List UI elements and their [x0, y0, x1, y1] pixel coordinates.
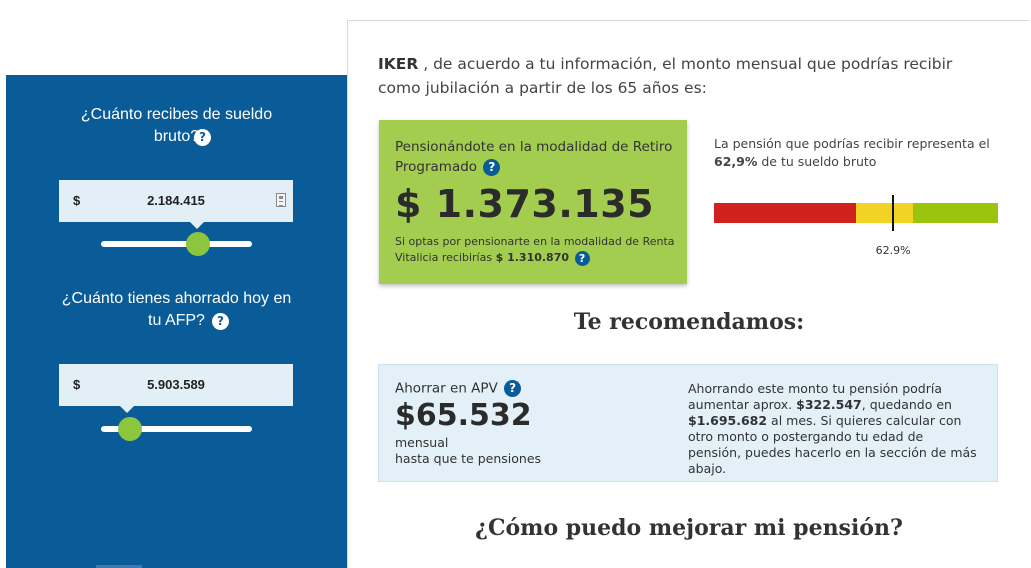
apv-help-icon[interactable]: ?: [504, 380, 522, 397]
savings-input-pointer: [119, 405, 135, 413]
savings-slider-thumb[interactable]: [117, 417, 142, 441]
apv-amount: $65.532: [395, 398, 532, 433]
replacement-ratio-text: La pensión que podrías recibir represent…: [714, 135, 1014, 171]
salary-slider[interactable]: [101, 232, 252, 256]
ratio-percent: 62,9%: [714, 154, 758, 169]
salary-question-text: ¿Cuánto recibes de sueldo bruto?: [80, 106, 273, 145]
apv-desc-part2: , quedando en: [861, 397, 952, 412]
savings-value[interactable]: 5.903.589: [99, 377, 253, 392]
apv-frequency: mensual hasta que te pensiones: [395, 435, 541, 467]
apv-frequency-line2: hasta que te pensiones: [395, 451, 542, 466]
apv-title: Ahorrar en APV ?: [395, 380, 522, 397]
replacement-ratio-bar: [714, 195, 998, 231]
ratio-text-after: de tu sueldo bruto: [757, 154, 877, 169]
salary-currency: $: [73, 193, 81, 208]
ratio-marker-label: 62.9%: [875, 244, 911, 257]
annuity-amount: $ 1.310.870: [495, 251, 570, 264]
annuity-help-icon[interactable]: ?: [574, 250, 590, 266]
salary-question: ¿Cuánto recibes de sueldo bruto?: [6, 104, 347, 148]
ratio-segment-0: [714, 203, 856, 223]
salary-value[interactable]: 2.184.415: [99, 193, 253, 208]
calculator-icon[interactable]: [276, 193, 286, 207]
savings-question: ¿Cuánto tienes ahorrado hoy en tu AFP?: [6, 288, 347, 332]
ratio-segment-1: [856, 203, 913, 223]
savings-input[interactable]: $ 5.903.589: [59, 364, 293, 413]
pension-result-box: Pensionándote en la modalidad de Retiro …: [379, 120, 687, 284]
user-name: IKER: [378, 55, 419, 73]
apv-increase-amount: $322.547: [796, 397, 862, 412]
apv-new-pension-amount: $1.695.682: [688, 413, 768, 428]
ratio-marker: [891, 195, 894, 231]
annuity-note: Si optas por pensionarte en la modalidad…: [395, 234, 680, 266]
ratio-text-before: La pensión que podrías recibir represent…: [714, 136, 990, 151]
recommend-heading: Te recomendamos:: [573, 309, 805, 335]
savings-question-text: ¿Cuánto tienes ahorrado hoy en tu AFP?: [61, 290, 292, 329]
salary-input-pointer: [189, 221, 205, 229]
pension-modality: Pensionándote en la modalidad de Retiro …: [395, 137, 685, 177]
intro-text: IKER , de acuerdo a tu información, el m…: [378, 52, 998, 100]
pension-modality-text: Pensionándote en la modalidad de Retiro …: [395, 139, 673, 175]
apv-frequency-line1: mensual: [395, 435, 449, 450]
results-card: IKER , de acuerdo a tu información, el m…: [347, 20, 1029, 568]
apv-title-text: Ahorrar en APV: [395, 380, 498, 397]
improve-heading: ¿Cómo puedo mejorar mi pensión?: [475, 515, 903, 541]
intro-sentence: , de acuerdo a tu información, el monto …: [378, 55, 953, 97]
savings-slider[interactable]: [101, 417, 252, 441]
pension-help-icon[interactable]: ?: [483, 158, 501, 176]
savings-currency: $: [73, 377, 81, 392]
savings-help-icon[interactable]: ?: [212, 313, 229, 330]
pension-amount: $ 1.373.135: [395, 182, 655, 226]
apv-description: Ahorrando este monto tu pensión podría a…: [688, 381, 978, 477]
calculator-panel: ¿Cuánto recibes de sueldo bruto? ? $ 2.1…: [6, 75, 347, 568]
salary-help-icon[interactable]: ?: [194, 129, 211, 146]
salary-input[interactable]: $ 2.184.415: [59, 180, 293, 229]
salary-slider-thumb[interactable]: [185, 232, 210, 256]
apv-recommendation-box: Ahorrar en APV ? $65.532 mensual hasta q…: [378, 364, 998, 482]
ratio-segment-2: [912, 203, 998, 223]
